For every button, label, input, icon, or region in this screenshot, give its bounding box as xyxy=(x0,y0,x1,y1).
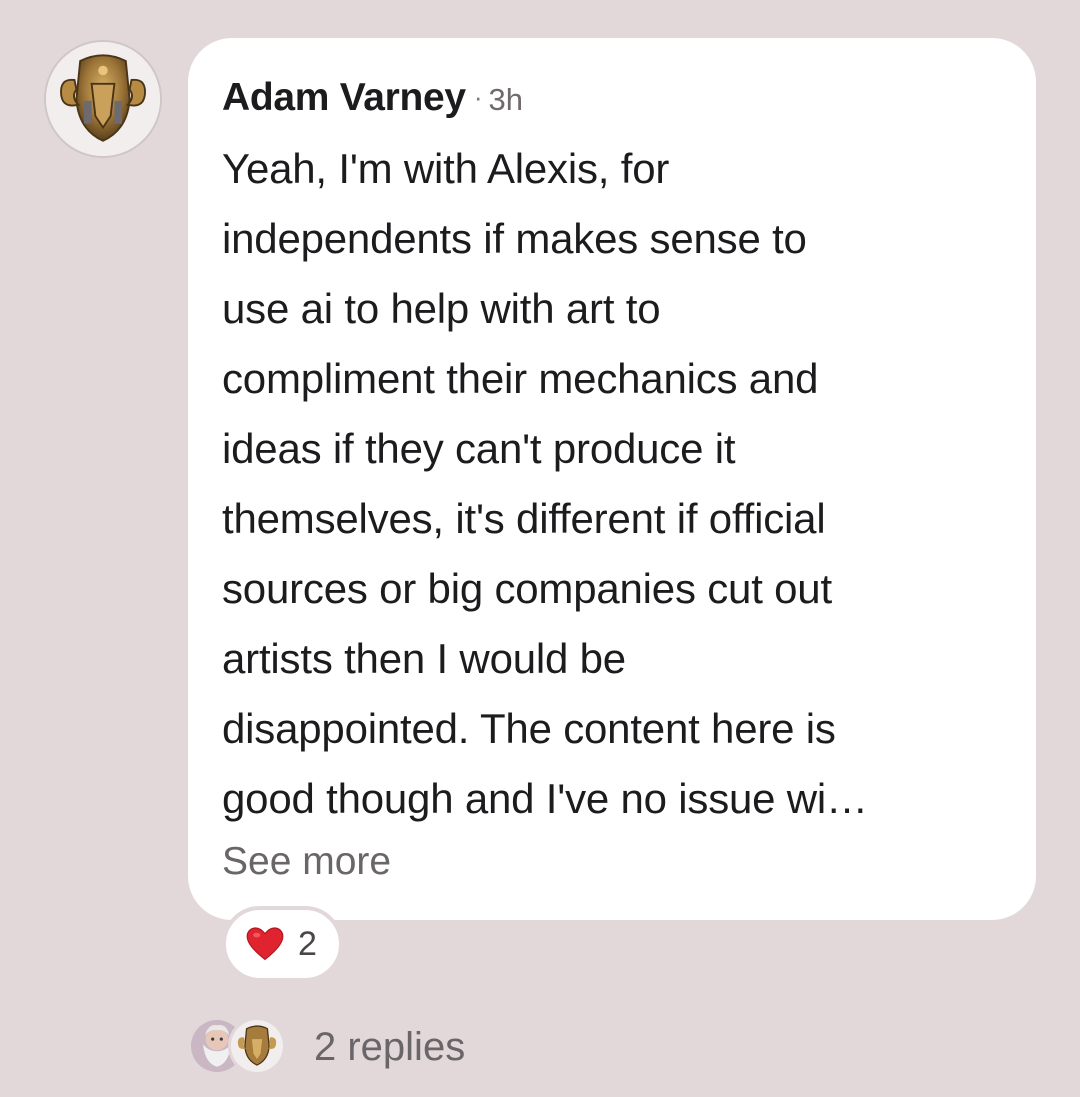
author-name[interactable]: Adam Varney xyxy=(222,76,466,120)
reaction-pill[interactable]: 2 xyxy=(222,906,343,982)
separator-dot: · xyxy=(473,82,483,112)
reply-avatar-ram-helmet xyxy=(228,1017,286,1075)
ram-helmet-icon xyxy=(231,1020,283,1072)
comment-bubble: Adam Varney · 3h Yeah, I'm with Alexis, … xyxy=(188,38,1036,920)
author-avatar[interactable] xyxy=(44,40,162,158)
ram-helmet-icon xyxy=(46,42,160,156)
reaction-count: 2 xyxy=(298,924,317,963)
comment-timestamp[interactable]: 3h xyxy=(489,82,523,118)
comment-header: Adam Varney · 3h xyxy=(222,76,996,120)
replies-count-label[interactable]: 2 replies xyxy=(314,1025,465,1070)
heart-icon xyxy=(246,927,284,961)
see-more-link[interactable]: See more xyxy=(222,840,391,884)
reply-avatar-stack xyxy=(188,1015,292,1079)
comment-text: Yeah, I'm with Alexis, for independents … xyxy=(222,145,868,822)
view-replies[interactable]: 2 replies xyxy=(188,1012,465,1082)
